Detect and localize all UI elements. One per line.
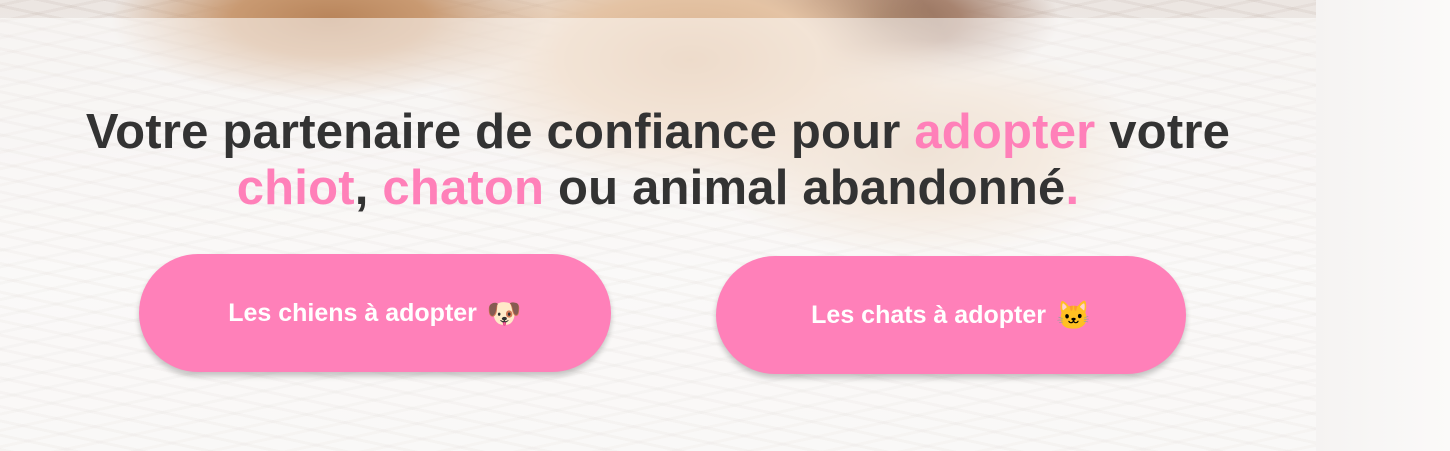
headline-accent-chiot: chiot [236,161,355,215]
cats-to-adopt-button[interactable]: Les chats à adopter 🐱 [716,256,1186,374]
hero-headline: Votre partenaire de confiance pour adopt… [0,104,1316,216]
headline-text: votre [1095,105,1231,159]
headline-accent-adopter: adopter [914,105,1096,159]
headline-text: ou animal abandonné [544,161,1066,215]
dogs-to-adopt-button[interactable]: Les chiens à adopter 🐶 [139,254,611,372]
dogs-button-label: Les chiens à adopter [228,298,477,327]
headline-text: , [354,161,383,215]
headline-accent-chaton: chaton [382,161,545,215]
cat-face-icon: 🐱 [1055,299,1091,331]
headline-text: Votre partenaire de confiance pour [85,105,915,159]
headline-accent-period: . [1065,161,1080,215]
dog-face-icon: 🐶 [486,297,522,329]
hero-right-edge [1316,0,1450,451]
cats-button-label: Les chats à adopter [811,300,1046,329]
hero-overlay [0,18,1316,451]
